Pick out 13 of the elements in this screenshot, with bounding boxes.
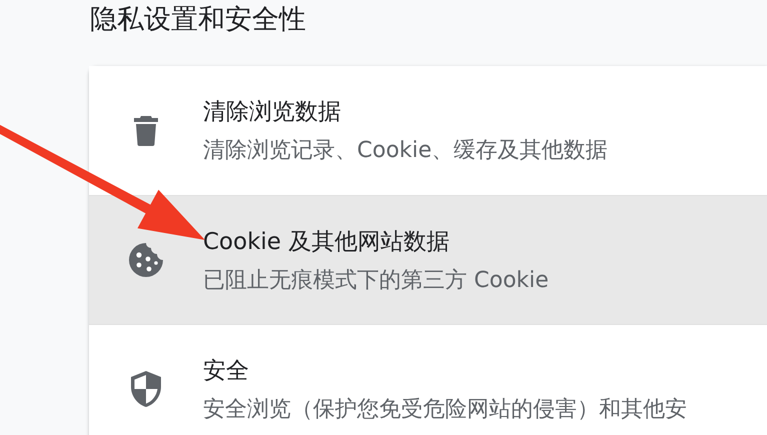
- trash-icon: [134, 116, 158, 146]
- row-subtitle: 安全浏览（保护您免受危险网站的侵害）和其他安: [203, 396, 687, 424]
- row-title: 清除浏览数据: [203, 98, 342, 127]
- row-title: Cookie 及其他网站数据: [203, 228, 450, 256]
- row-subtitle: 清除浏览记录、Cookie、缓存及其他数据: [203, 137, 608, 165]
- shield-icon: [131, 371, 161, 407]
- cookie-icon: [128, 242, 164, 278]
- settings-row[interactable]: 安全 安全浏览（保护您免受危险网站的侵害）和其他安: [89, 324, 767, 435]
- section-title: 隐私设置和安全性: [89, 3, 307, 37]
- row-subtitle: 已阻止无痕模式下的第三方 Cookie: [203, 266, 549, 294]
- row-title: 安全: [203, 356, 250, 386]
- settings-row[interactable]: Cookie 及其他网站数据 已阻止无痕模式下的第三方 Cookie: [89, 195, 767, 324]
- settings-row[interactable]: 清除浏览数据 清除浏览记录、Cookie、缓存及其他数据: [89, 66, 767, 195]
